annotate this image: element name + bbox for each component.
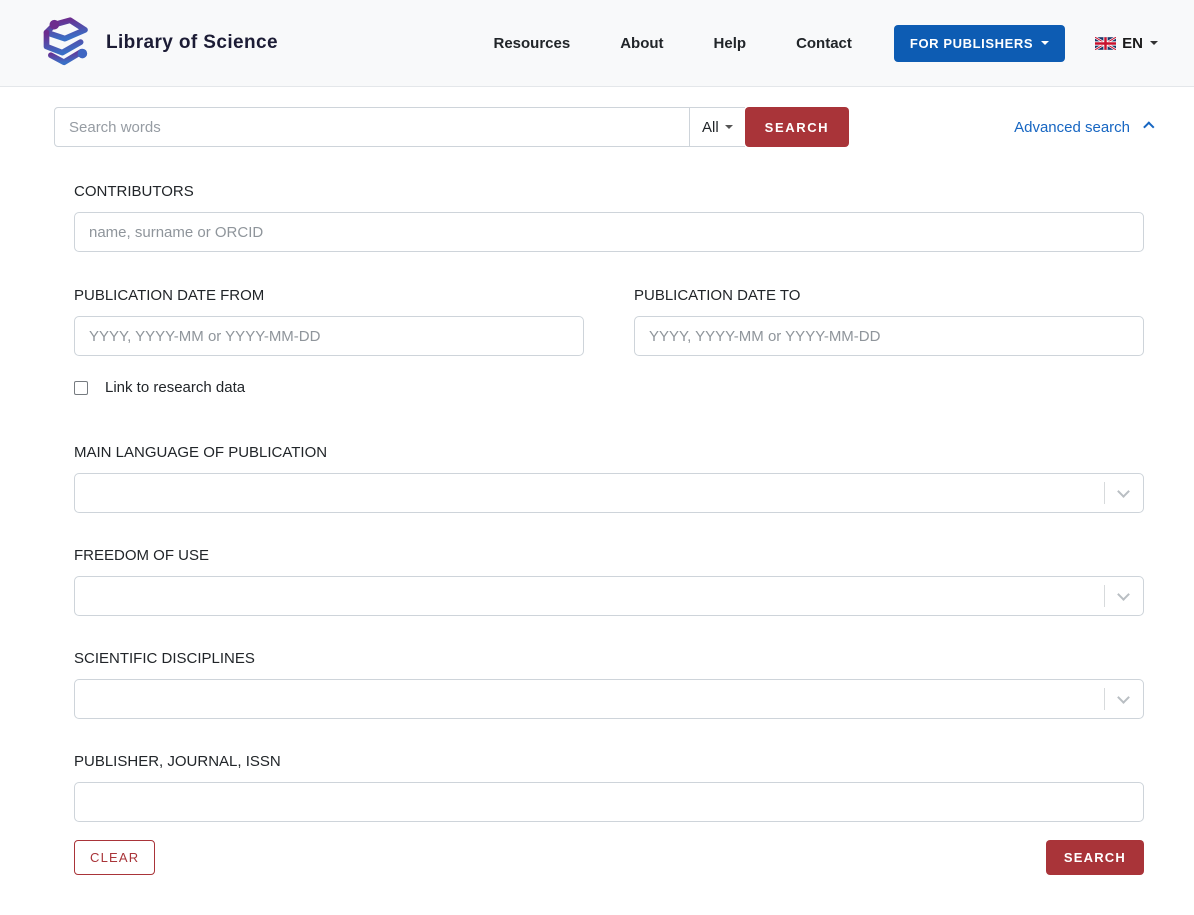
main-language-field-group: MAIN LANGUAGE OF PUBLICATION <box>74 444 1144 513</box>
scientific-disciplines-label: SCIENTIFIC DISCIPLINES <box>74 650 1144 667</box>
advanced-search-form: CONTRIBUTORS PUBLICATION DATE FROM PUBLI… <box>74 183 1144 875</box>
main-language-label: MAIN LANGUAGE OF PUBLICATION <box>74 444 1144 461</box>
date-to-label: PUBLICATION DATE TO <box>634 287 1144 304</box>
link-research-data-option[interactable]: Link to research data <box>74 379 1144 396</box>
publisher-label: PUBLISHER, JOURNAL, ISSN <box>74 753 1144 770</box>
select-divider <box>1104 688 1105 710</box>
freedom-of-use-field-group: FREEDOM OF USE <box>74 547 1144 616</box>
chevron-down-icon <box>1117 588 1130 601</box>
chevron-up-icon <box>1143 121 1154 132</box>
date-to-field-group: PUBLICATION DATE TO <box>634 287 1144 356</box>
date-from-field-group: PUBLICATION DATE FROM <box>74 287 584 356</box>
search-group: All SEARCH <box>54 107 849 147</box>
advanced-search-toggle[interactable]: Advanced search <box>1014 119 1150 136</box>
contributors-field-group: CONTRIBUTORS <box>74 183 1144 252</box>
caret-down-icon <box>1150 41 1158 45</box>
scientific-disciplines-select[interactable] <box>74 679 1144 719</box>
uk-flag-icon <box>1095 37 1116 50</box>
select-divider <box>1104 585 1105 607</box>
publication-date-row: PUBLICATION DATE FROM PUBLICATION DATE T… <box>74 287 1144 356</box>
advanced-search-label: Advanced search <box>1014 119 1130 136</box>
date-to-input[interactable] <box>634 316 1144 356</box>
freedom-of-use-select[interactable] <box>74 576 1144 616</box>
date-from-label: PUBLICATION DATE FROM <box>74 287 584 304</box>
nav-item-help[interactable]: Help <box>714 35 747 52</box>
search-button[interactable]: SEARCH <box>745 107 850 147</box>
publisher-field-group: PUBLISHER, JOURNAL, ISSN <box>74 753 1144 822</box>
nav-item-about[interactable]: About <box>620 35 663 52</box>
select-divider <box>1104 482 1105 504</box>
for-publishers-button[interactable]: FOR PUBLISHERS <box>894 25 1065 62</box>
date-from-input[interactable] <box>74 316 584 356</box>
clear-button[interactable]: CLEAR <box>74 840 155 875</box>
freedom-of-use-label: FREEDOM OF USE <box>74 547 1144 564</box>
brand-logo[interactable]: Library of Science <box>36 14 278 72</box>
main-language-select[interactable] <box>74 473 1144 513</box>
language-label: EN <box>1122 35 1143 52</box>
search-scope-dropdown[interactable]: All <box>690 107 745 147</box>
form-actions-row: CLEAR SEARCH <box>74 840 1144 875</box>
search-input[interactable] <box>54 107 690 147</box>
link-research-data-label: Link to research data <box>105 379 245 396</box>
link-research-data-checkbox[interactable] <box>74 381 88 395</box>
main-nav: Resources About Help Contact <box>444 35 852 52</box>
nav-item-resources[interactable]: Resources <box>494 35 571 52</box>
language-selector[interactable]: EN <box>1095 35 1158 52</box>
contributors-input[interactable] <box>74 212 1144 252</box>
search-scope-label: All <box>702 119 719 136</box>
form-search-button[interactable]: SEARCH <box>1046 840 1144 875</box>
header: Library of Science Resources About Help … <box>0 0 1194 87</box>
chevron-down-icon <box>1117 485 1130 498</box>
library-of-science-logo-icon <box>36 14 92 72</box>
for-publishers-label: FOR PUBLISHERS <box>910 36 1033 51</box>
brand-title: Library of Science <box>106 32 278 54</box>
scientific-disciplines-field-group: SCIENTIFIC DISCIPLINES <box>74 650 1144 719</box>
publisher-input[interactable] <box>74 782 1144 822</box>
chevron-down-icon <box>1117 691 1130 704</box>
contributors-label: CONTRIBUTORS <box>74 183 1144 200</box>
search-bar-row: All SEARCH Advanced search <box>54 107 1150 147</box>
caret-down-icon <box>1041 41 1049 45</box>
nav-item-contact[interactable]: Contact <box>796 35 852 52</box>
caret-down-icon <box>725 125 733 129</box>
